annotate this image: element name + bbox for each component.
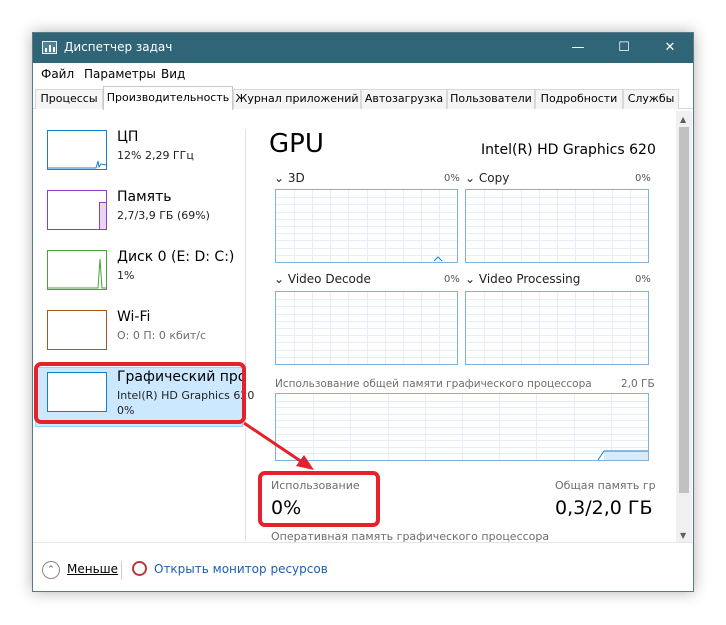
annotation-arrow (243, 421, 314, 470)
